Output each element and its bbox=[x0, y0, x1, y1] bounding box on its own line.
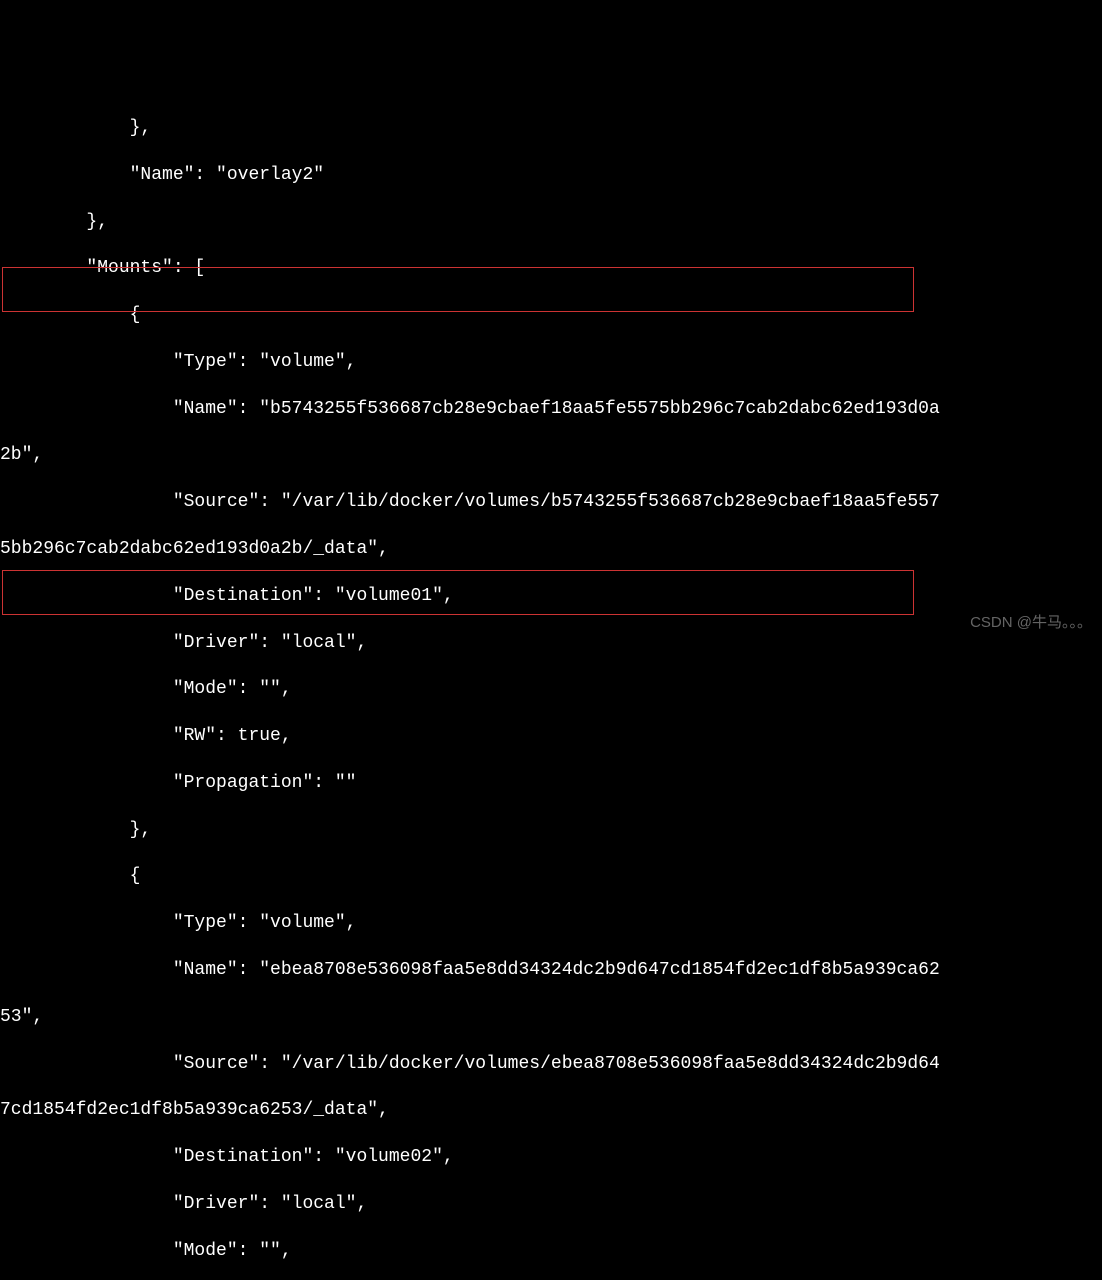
code-line: 53", bbox=[0, 1006, 1102, 1029]
code-line: "Destination": "volume01", bbox=[0, 585, 1102, 608]
code-line: "Driver": "local", bbox=[0, 1193, 1102, 1216]
code-line: "Source": "/var/lib/docker/volumes/ebea8… bbox=[0, 1053, 1102, 1076]
code-line: "Destination": "volume02", bbox=[0, 1146, 1102, 1169]
code-line: }, bbox=[0, 211, 1102, 234]
code-line: "Mode": "", bbox=[0, 1240, 1102, 1263]
code-line: "Name": "ebea8708e536098faa5e8dd34324dc2… bbox=[0, 959, 1102, 982]
code-line: "Driver": "local", bbox=[0, 632, 1102, 655]
code-line: 2b", bbox=[0, 444, 1102, 467]
code-line: "Type": "volume", bbox=[0, 351, 1102, 374]
code-line: "Mode": "", bbox=[0, 678, 1102, 701]
code-line: }, bbox=[0, 117, 1102, 140]
code-line: 5bb296c7cab2dabc62ed193d0a2b/_data", bbox=[0, 538, 1102, 561]
watermark: CSDN @牛马。。。 bbox=[970, 613, 1092, 633]
code-line: 7cd1854fd2ec1df8b5a939ca6253/_data", bbox=[0, 1099, 1102, 1122]
code-line: "Type": "volume", bbox=[0, 912, 1102, 935]
code-line: }, bbox=[0, 819, 1102, 842]
code-line: "Mounts": [ bbox=[0, 257, 1102, 280]
code-line: { bbox=[0, 865, 1102, 888]
code-line: "Name": "overlay2" bbox=[0, 164, 1102, 187]
code-line: "Propagation": "" bbox=[0, 772, 1102, 795]
code-line: "Name": "b5743255f536687cb28e9cbaef18aa5… bbox=[0, 398, 1102, 421]
code-line: "RW": true, bbox=[0, 725, 1102, 748]
code-line: { bbox=[0, 304, 1102, 327]
terminal-output: }, "Name": "overlay2" }, "Mounts": [ { "… bbox=[0, 94, 1102, 1280]
code-line: "Source": "/var/lib/docker/volumes/b5743… bbox=[0, 491, 1102, 514]
